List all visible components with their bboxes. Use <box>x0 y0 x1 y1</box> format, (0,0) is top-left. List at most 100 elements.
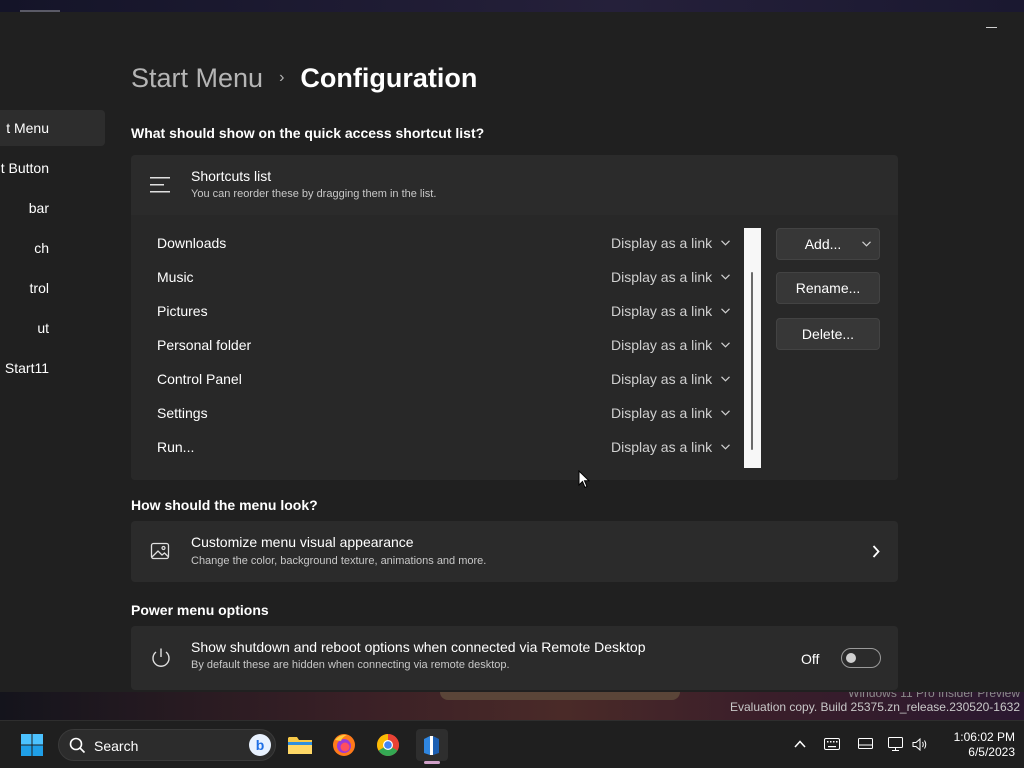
shortcuts-card-header: Shortcuts list You can reorder these by … <box>131 155 898 214</box>
windows-logo-icon <box>21 734 43 756</box>
clock-time: 1:06:02 PM <box>953 730 1015 744</box>
list-item[interactable]: Music Display as a link <box>157 260 747 294</box>
list-item[interactable]: Pictures Display as a link <box>157 294 747 328</box>
mouse-cursor-icon <box>578 470 590 489</box>
sidebar-item-label: t Menu <box>6 120 49 136</box>
image-icon <box>150 542 170 560</box>
display-mode-value: Display as a link <box>611 269 713 285</box>
shortcuts-list: Downloads Display as a link Music Displa… <box>131 215 898 480</box>
watermark-edition: Windows 11 Pro Insider Preview <box>848 692 1020 700</box>
remote-desktop-power-card: Show shutdown and reboot options when co… <box>131 626 898 690</box>
display-mode-value: Display as a link <box>611 303 713 319</box>
shortcuts-card-subtitle: You can reorder these by dragging them i… <box>191 188 437 200</box>
breadcrumb-separator-icon: › <box>279 69 285 86</box>
sidebar-item-label: t Button <box>0 160 49 176</box>
bing-icon[interactable]: b <box>249 734 271 756</box>
chevron-up-icon[interactable] <box>794 740 806 748</box>
chevron-down-icon <box>721 410 731 416</box>
chevron-down-icon <box>721 240 731 246</box>
chevron-down-icon <box>721 308 731 314</box>
display-mode-dropdown[interactable]: Display as a link <box>611 405 731 421</box>
sidebar-item-start11[interactable]: Start11 <box>0 350 105 386</box>
sidebar-item-taskbar[interactable]: bar <box>0 190 105 226</box>
app-window: t Menu t Button bar ch trol ut Start11 S… <box>0 12 1024 692</box>
file-explorer-button[interactable] <box>284 729 316 761</box>
shortcut-name: Control Panel <box>157 371 242 387</box>
list-item[interactable]: Run... Display as a link <box>157 430 747 464</box>
sidebar-item-label: Start11 <box>4 360 49 376</box>
chrome-button[interactable] <box>372 729 404 761</box>
search-icon <box>69 737 86 754</box>
remote-desktop-option-title: Show shutdown and reboot options when co… <box>191 639 646 655</box>
wallpaper-glow <box>440 692 680 700</box>
menu-look-heading: How should the menu look? <box>131 497 318 513</box>
taskbar-search-box[interactable]: Search b <box>58 729 276 761</box>
shortcut-name: Personal folder <box>157 337 252 353</box>
chevron-down-icon <box>721 274 731 280</box>
display-mode-dropdown[interactable]: Display as a link <box>611 235 731 251</box>
delete-button[interactable]: Delete... <box>776 318 880 350</box>
volume-icon[interactable] <box>912 738 928 751</box>
start11-button[interactable] <box>416 729 448 761</box>
display-mode-value: Display as a link <box>611 405 713 421</box>
list-item[interactable]: Personal folder Display as a link <box>157 328 747 362</box>
list-scrollbar-thumb[interactable] <box>751 272 753 450</box>
breadcrumb: Start Menu › Configuration <box>131 60 477 96</box>
display-mode-value: Display as a link <box>611 337 713 353</box>
sidebar-item-label: trol <box>29 280 49 296</box>
shortcuts-card-title: Shortcuts list <box>191 168 272 184</box>
chevron-right-icon <box>872 545 880 558</box>
sidebar-item-control[interactable]: trol <box>0 270 105 306</box>
remote-desktop-toggle[interactable] <box>841 648 881 668</box>
shortcut-name: Run... <box>157 439 195 455</box>
network-icon[interactable] <box>888 737 905 751</box>
list-item[interactable]: Downloads Display as a link <box>157 226 747 260</box>
shortcut-name: Music <box>157 269 194 285</box>
chevron-down-icon <box>721 342 731 348</box>
breadcrumb-parent-link[interactable]: Start Menu <box>131 63 263 94</box>
add-button[interactable]: Add... <box>776 228 880 260</box>
start-button[interactable] <box>16 729 48 761</box>
remote-desktop-option-subtitle: By default these are hidden when connect… <box>191 659 510 671</box>
chevron-down-icon <box>862 241 871 247</box>
start11-icon <box>424 736 439 755</box>
chevron-down-icon <box>721 376 731 382</box>
sidebar-item-start-button[interactable]: t Button <box>0 150 105 186</box>
sidebar-item-label: ut <box>37 320 49 336</box>
list-item[interactable]: Settings Display as a link <box>157 396 747 430</box>
shortcut-name: Pictures <box>157 303 208 319</box>
shortcut-name: Downloads <box>157 235 227 251</box>
power-icon <box>152 648 170 667</box>
keyboard-icon[interactable] <box>824 738 840 750</box>
display-icon[interactable] <box>858 738 873 750</box>
sidebar-item-label: bar <box>28 200 49 216</box>
list-scrollbar[interactable] <box>744 228 761 468</box>
active-app-indicator <box>424 761 440 764</box>
list-item[interactable]: Control Panel Display as a link <box>157 362 747 396</box>
minimize-button[interactable] <box>986 20 998 34</box>
display-mode-dropdown[interactable]: Display as a link <box>611 303 731 319</box>
shortcut-name: Settings <box>157 405 208 421</box>
clock-date: 6/5/2023 <box>968 745 1015 759</box>
display-mode-value: Display as a link <box>611 235 713 251</box>
sidebar-item-about[interactable]: ut <box>0 310 105 346</box>
toggle-knob <box>846 653 856 663</box>
taskbar-clock[interactable]: 1:06:02 PM 6/5/2023 <box>935 730 1015 760</box>
chrome-icon <box>377 734 399 756</box>
display-mode-dropdown[interactable]: Display as a link <box>611 269 731 285</box>
shortcuts-card: Shortcuts list You can reorder these by … <box>131 155 898 480</box>
appearance-card[interactable]: Customize menu visual appearance Change … <box>131 521 898 582</box>
appearance-card-title: Customize menu visual appearance <box>191 534 414 550</box>
folder-icon <box>288 737 312 754</box>
display-mode-dropdown[interactable]: Display as a link <box>611 337 731 353</box>
firefox-button[interactable] <box>328 729 360 761</box>
rename-button[interactable]: Rename... <box>776 272 880 304</box>
taskbar: Search b 1:06:02 PM 6/5/2023 <box>0 720 1024 768</box>
list-icon <box>150 177 170 193</box>
display-mode-value: Display as a link <box>611 439 713 455</box>
display-mode-dropdown[interactable]: Display as a link <box>611 371 731 387</box>
display-mode-dropdown[interactable]: Display as a link <box>611 439 731 455</box>
sidebar-item-start-menu[interactable]: t Menu <box>0 110 105 146</box>
page-title: Configuration <box>300 62 478 93</box>
sidebar-item-search[interactable]: ch <box>0 230 105 266</box>
